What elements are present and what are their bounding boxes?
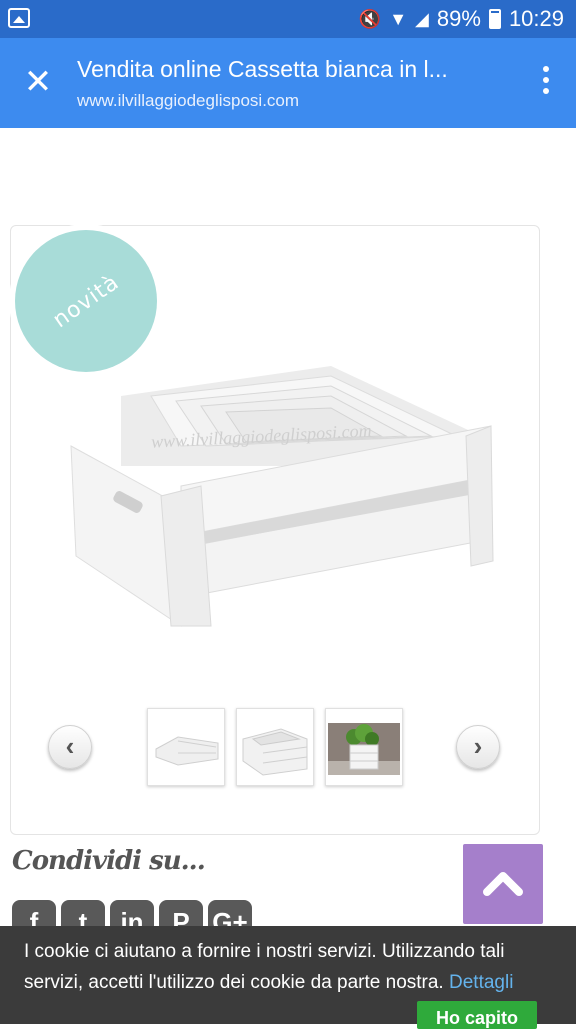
page-title: Vendita online Cassetta bianca in l... (77, 56, 448, 82)
thumbnail-1[interactable] (147, 708, 225, 786)
more-options-icon[interactable] (542, 66, 550, 100)
new-badge-label: novità (48, 269, 124, 333)
share-heading: Condividi su... (12, 846, 206, 876)
mute-icon: 🔇 (358, 8, 382, 29)
page-url: www.ilvillaggiodeglisposi.com (77, 91, 300, 110)
thumbnail-3-image (328, 723, 400, 775)
chevron-up-icon (483, 872, 523, 896)
wifi-icon: ▼ (389, 8, 408, 29)
cookie-accept-button[interactable]: Ho capito (417, 1001, 537, 1029)
scroll-to-top-button[interactable] (463, 844, 543, 924)
gallery-notification-icon (8, 8, 30, 28)
page-content: www.ilvillaggiodeglisposi.com novità ‹ ›… (0, 128, 576, 1024)
browser-toolbar: ✕ Vendita online Cassetta bianca in l...… (0, 38, 576, 128)
cookie-details-link[interactable]: Dettagli (449, 972, 513, 993)
close-icon[interactable]: ✕ (20, 64, 56, 100)
thumbnail-3[interactable] (325, 708, 403, 786)
clock: 10:29 (508, 6, 564, 31)
thumbnail-1-image (155, 736, 219, 766)
product-gallery-card: www.ilvillaggiodeglisposi.com novità ‹ › (10, 225, 540, 835)
cookie-text: I cookie ci aiutano a fornire i nostri s… (24, 941, 505, 993)
signal-icon: ◢ (415, 8, 429, 29)
previous-image-button[interactable]: ‹ (48, 725, 92, 769)
status-bar-right: 🔇 ▼ ◢ 89% 10:29 (359, 6, 564, 32)
battery-percent: 89% (436, 6, 481, 31)
status-bar: 🔇 ▼ ◢ 89% 10:29 (0, 0, 576, 38)
new-badge: novità (15, 230, 157, 372)
next-image-button[interactable]: › (456, 725, 500, 769)
battery-icon (488, 9, 501, 29)
thumbnail-2[interactable] (236, 708, 314, 786)
thumbnail-2-image (242, 728, 308, 776)
